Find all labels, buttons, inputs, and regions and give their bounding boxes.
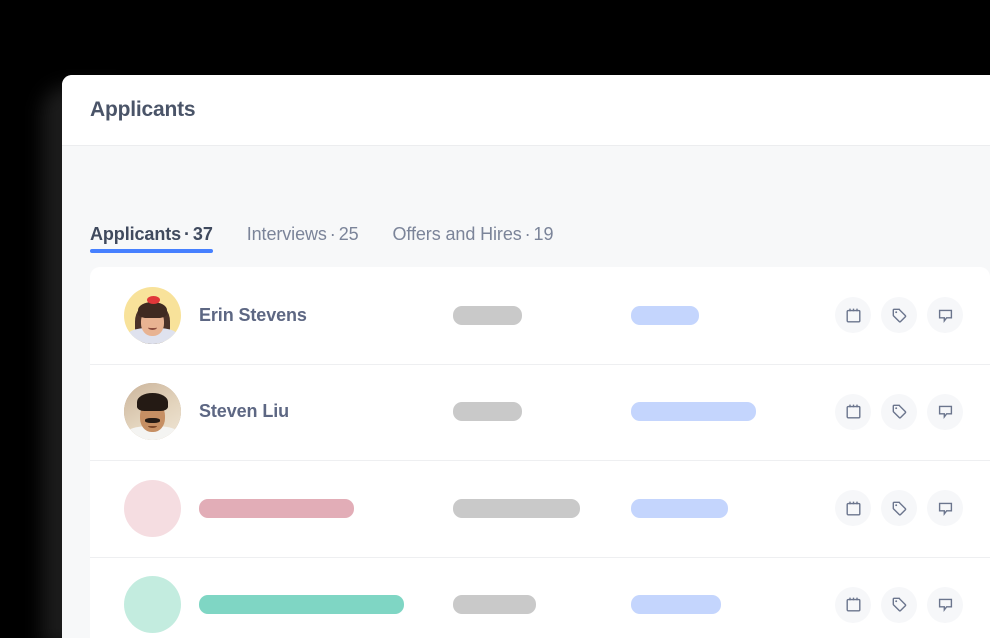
placeholder-bar-blue — [631, 595, 721, 615]
placeholder-bar-name — [199, 498, 354, 518]
tab-offers-and-hires[interactable]: Offers and Hires · 19 — [393, 224, 554, 267]
table-row[interactable]: Erin Stevens — [90, 267, 990, 364]
placeholder-bar-name — [199, 595, 404, 615]
row-actions — [835, 297, 963, 334]
page-header: Applicants — [62, 75, 990, 146]
tag-icon[interactable] — [881, 586, 917, 623]
tab-offers-and-hires-label: Offers and Hires — [392, 224, 522, 244]
calendar-icon[interactable] — [835, 586, 871, 623]
tab-bar: Applicants · 37 Interviews · 25 Offers and H… — [62, 146, 990, 267]
tab-interviews-count: 25 — [338, 224, 359, 244]
screenshot-root: Applicants Applicants · 37 Interviews · 25 O… — [0, 0, 990, 638]
avatar — [124, 286, 181, 344]
applicant-name: Erin Stevens — [199, 304, 307, 325]
tab-offers-and-hires-separator: · — [524, 224, 531, 244]
comment-icon[interactable] — [927, 393, 963, 430]
applicant-name: Steven Liu — [199, 401, 290, 422]
page-title: Applicants — [90, 98, 196, 121]
application-window: Applicants Applicants · 37 Interviews · 25 O… — [62, 75, 990, 638]
tag-icon[interactable] — [881, 490, 917, 527]
avatar — [124, 576, 181, 634]
row-actions — [835, 490, 963, 527]
tab-interviews-label: Interviews — [246, 224, 327, 244]
comment-icon[interactable] — [927, 297, 963, 334]
tag-icon[interactable] — [881, 393, 917, 430]
placeholder-bar-blue — [631, 498, 728, 518]
avatar — [124, 383, 181, 441]
table-row[interactable] — [90, 556, 990, 638]
tab-applicants-separator: · — [184, 224, 190, 244]
placeholder-bar-gray — [453, 305, 522, 325]
placeholder-bar-gray — [453, 498, 580, 518]
tag-icon[interactable] — [881, 297, 917, 334]
row-actions — [835, 393, 963, 430]
placeholder-bar-blue — [631, 402, 756, 422]
table-row[interactable] — [90, 460, 990, 557]
avatar — [124, 479, 181, 537]
applicant-list: Erin Stevens Steven Liu — [90, 267, 990, 638]
calendar-icon[interactable] — [835, 393, 871, 430]
tab-interviews[interactable]: Interviews · 25 — [247, 224, 359, 267]
placeholder-bar-gray — [453, 595, 536, 615]
row-actions — [835, 586, 963, 623]
tab-applicants-label: Applicants — [90, 224, 182, 244]
tab-applicants[interactable]: Applicants · 37 — [90, 224, 213, 267]
placeholder-bar-blue — [631, 305, 699, 325]
table-row[interactable]: Steven Liu — [90, 363, 990, 461]
calendar-icon[interactable] — [835, 490, 871, 527]
tab-interviews-separator: · — [329, 224, 336, 244]
placeholder-bar-gray — [453, 402, 522, 422]
comment-icon[interactable] — [927, 586, 963, 623]
tab-applicants-count: 37 — [192, 224, 213, 244]
tab-offers-and-hires-count: 19 — [533, 224, 554, 244]
calendar-icon[interactable] — [835, 297, 871, 334]
comment-icon[interactable] — [927, 490, 963, 527]
